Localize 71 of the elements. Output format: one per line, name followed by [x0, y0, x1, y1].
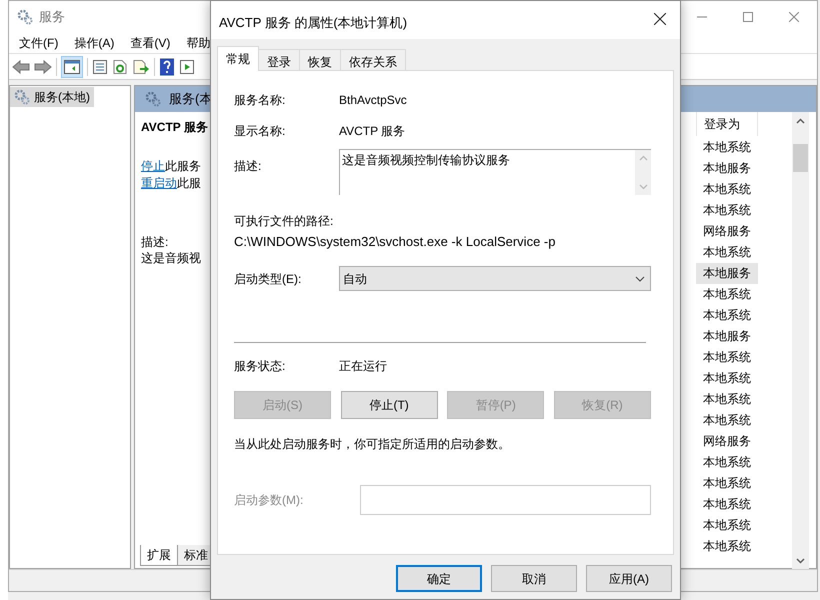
- gear-icon: [17, 8, 33, 24]
- back-arrow-icon[interactable]: [12, 58, 30, 74]
- close-icon: [789, 12, 799, 22]
- column-header[interactable]: 登录为: [696, 112, 758, 136]
- table-cell[interactable]: 本地系统: [696, 472, 758, 494]
- service-button[interactable]: 停止(T): [340, 391, 438, 419]
- table-cell[interactable]: 本地服务: [696, 158, 758, 179]
- tab[interactable]: 依存关系: [340, 49, 406, 71]
- scrollbar-thumb[interactable]: [793, 144, 808, 172]
- tree-item[interactable]: 服务(本地): [10, 87, 94, 107]
- field-label: 启动类型(E):: [234, 270, 302, 288]
- service-title: AVCTP 服务: [141, 119, 208, 136]
- action-link[interactable]: 停止: [141, 159, 165, 173]
- startup-type-dropdown[interactable]: 自动: [339, 266, 651, 291]
- table-cell[interactable]: 本地服务: [696, 326, 758, 347]
- table-cell[interactable]: 网络服务: [696, 220, 758, 242]
- table-cell[interactable]: 本地系统: [696, 388, 758, 410]
- view-tab[interactable]: 扩展: [140, 545, 178, 566]
- field-label: 描述:: [234, 158, 262, 175]
- field-label: 服务名称:: [234, 92, 286, 108]
- service-name: BthAvctpSvc: [339, 92, 407, 108]
- gear-icon: [145, 91, 161, 107]
- table-cell[interactable]: 本地系统: [696, 452, 758, 473]
- hint-text: 当从此处启动服务时，你可指定所适用的启动参数。: [234, 436, 511, 452]
- forward-arrow-icon[interactable]: [34, 58, 52, 74]
- table-cell[interactable]: 本地系统: [696, 242, 758, 263]
- table-cell[interactable]: 本地系统: [696, 178, 758, 200]
- tab[interactable]: 恢复: [299, 49, 341, 71]
- table-cell[interactable]: 本地系统: [696, 514, 758, 536]
- menu-item[interactable]: 查看(V): [122, 34, 178, 52]
- menu-item[interactable]: 操作(A): [66, 34, 122, 52]
- table-cell[interactable]: 本地系统: [696, 284, 758, 305]
- executable-path: C:\WINDOWS\system32\svchost.exe -k LocalService -p: [234, 234, 556, 250]
- close-icon: [654, 13, 666, 25]
- window-title: 服务: [39, 8, 65, 26]
- dialog-button[interactable]: 确定: [396, 565, 482, 592]
- display-name: AVCTP 服务: [339, 123, 406, 139]
- table-cell[interactable]: 本地服务: [696, 262, 758, 284]
- refresh-icon[interactable]: [112, 58, 128, 74]
- table-cell[interactable]: 本地系统: [696, 304, 758, 326]
- field-label: 启动参数(M):: [234, 492, 304, 509]
- table-cell[interactable]: 本地系统: [696, 536, 758, 557]
- dialog-button[interactable]: 应用(A): [586, 565, 672, 592]
- table-cell[interactable]: 本地系统: [696, 346, 758, 368]
- properties-icon[interactable]: [92, 58, 108, 74]
- help-icon[interactable]: [159, 58, 175, 76]
- maximize-icon: [743, 12, 753, 22]
- table-cell[interactable]: 本地系统: [696, 368, 758, 389]
- tab[interactable]: 常规: [217, 46, 259, 71]
- table-cell[interactable]: 本地系统: [696, 494, 758, 515]
- table-cell[interactable]: 本地系统: [696, 410, 758, 431]
- field-label: 显示名称:: [234, 123, 286, 139]
- console-tree-icon[interactable]: [61, 56, 83, 78]
- table-cell[interactable]: 本地系统: [696, 136, 758, 158]
- export-icon[interactable]: [132, 58, 150, 74]
- dialog-title: AVCTP 服务 的属性(本地计算机): [219, 14, 408, 32]
- menu-item[interactable]: 文件(F): [11, 34, 66, 52]
- chevron-down-icon: [635, 276, 645, 282]
- dialog-button[interactable]: 取消: [491, 565, 577, 592]
- field-label: 服务状态:: [234, 358, 286, 374]
- service-status: 正在运行: [339, 358, 387, 374]
- description-text: 这是音频视: [141, 250, 202, 266]
- scroll-down-icon[interactable]: [796, 558, 805, 564]
- scrollbar[interactable]: [792, 112, 809, 570]
- field-label: 可执行文件的路径:: [234, 213, 334, 229]
- play-window-icon[interactable]: [179, 58, 195, 74]
- gear-icon: [14, 89, 30, 105]
- table-cell[interactable]: 本地系统: [696, 200, 758, 221]
- scroll-up-icon[interactable]: [796, 118, 805, 124]
- table-cell[interactable]: 网络服务: [696, 430, 758, 452]
- action-link[interactable]: 重启动: [141, 176, 177, 190]
